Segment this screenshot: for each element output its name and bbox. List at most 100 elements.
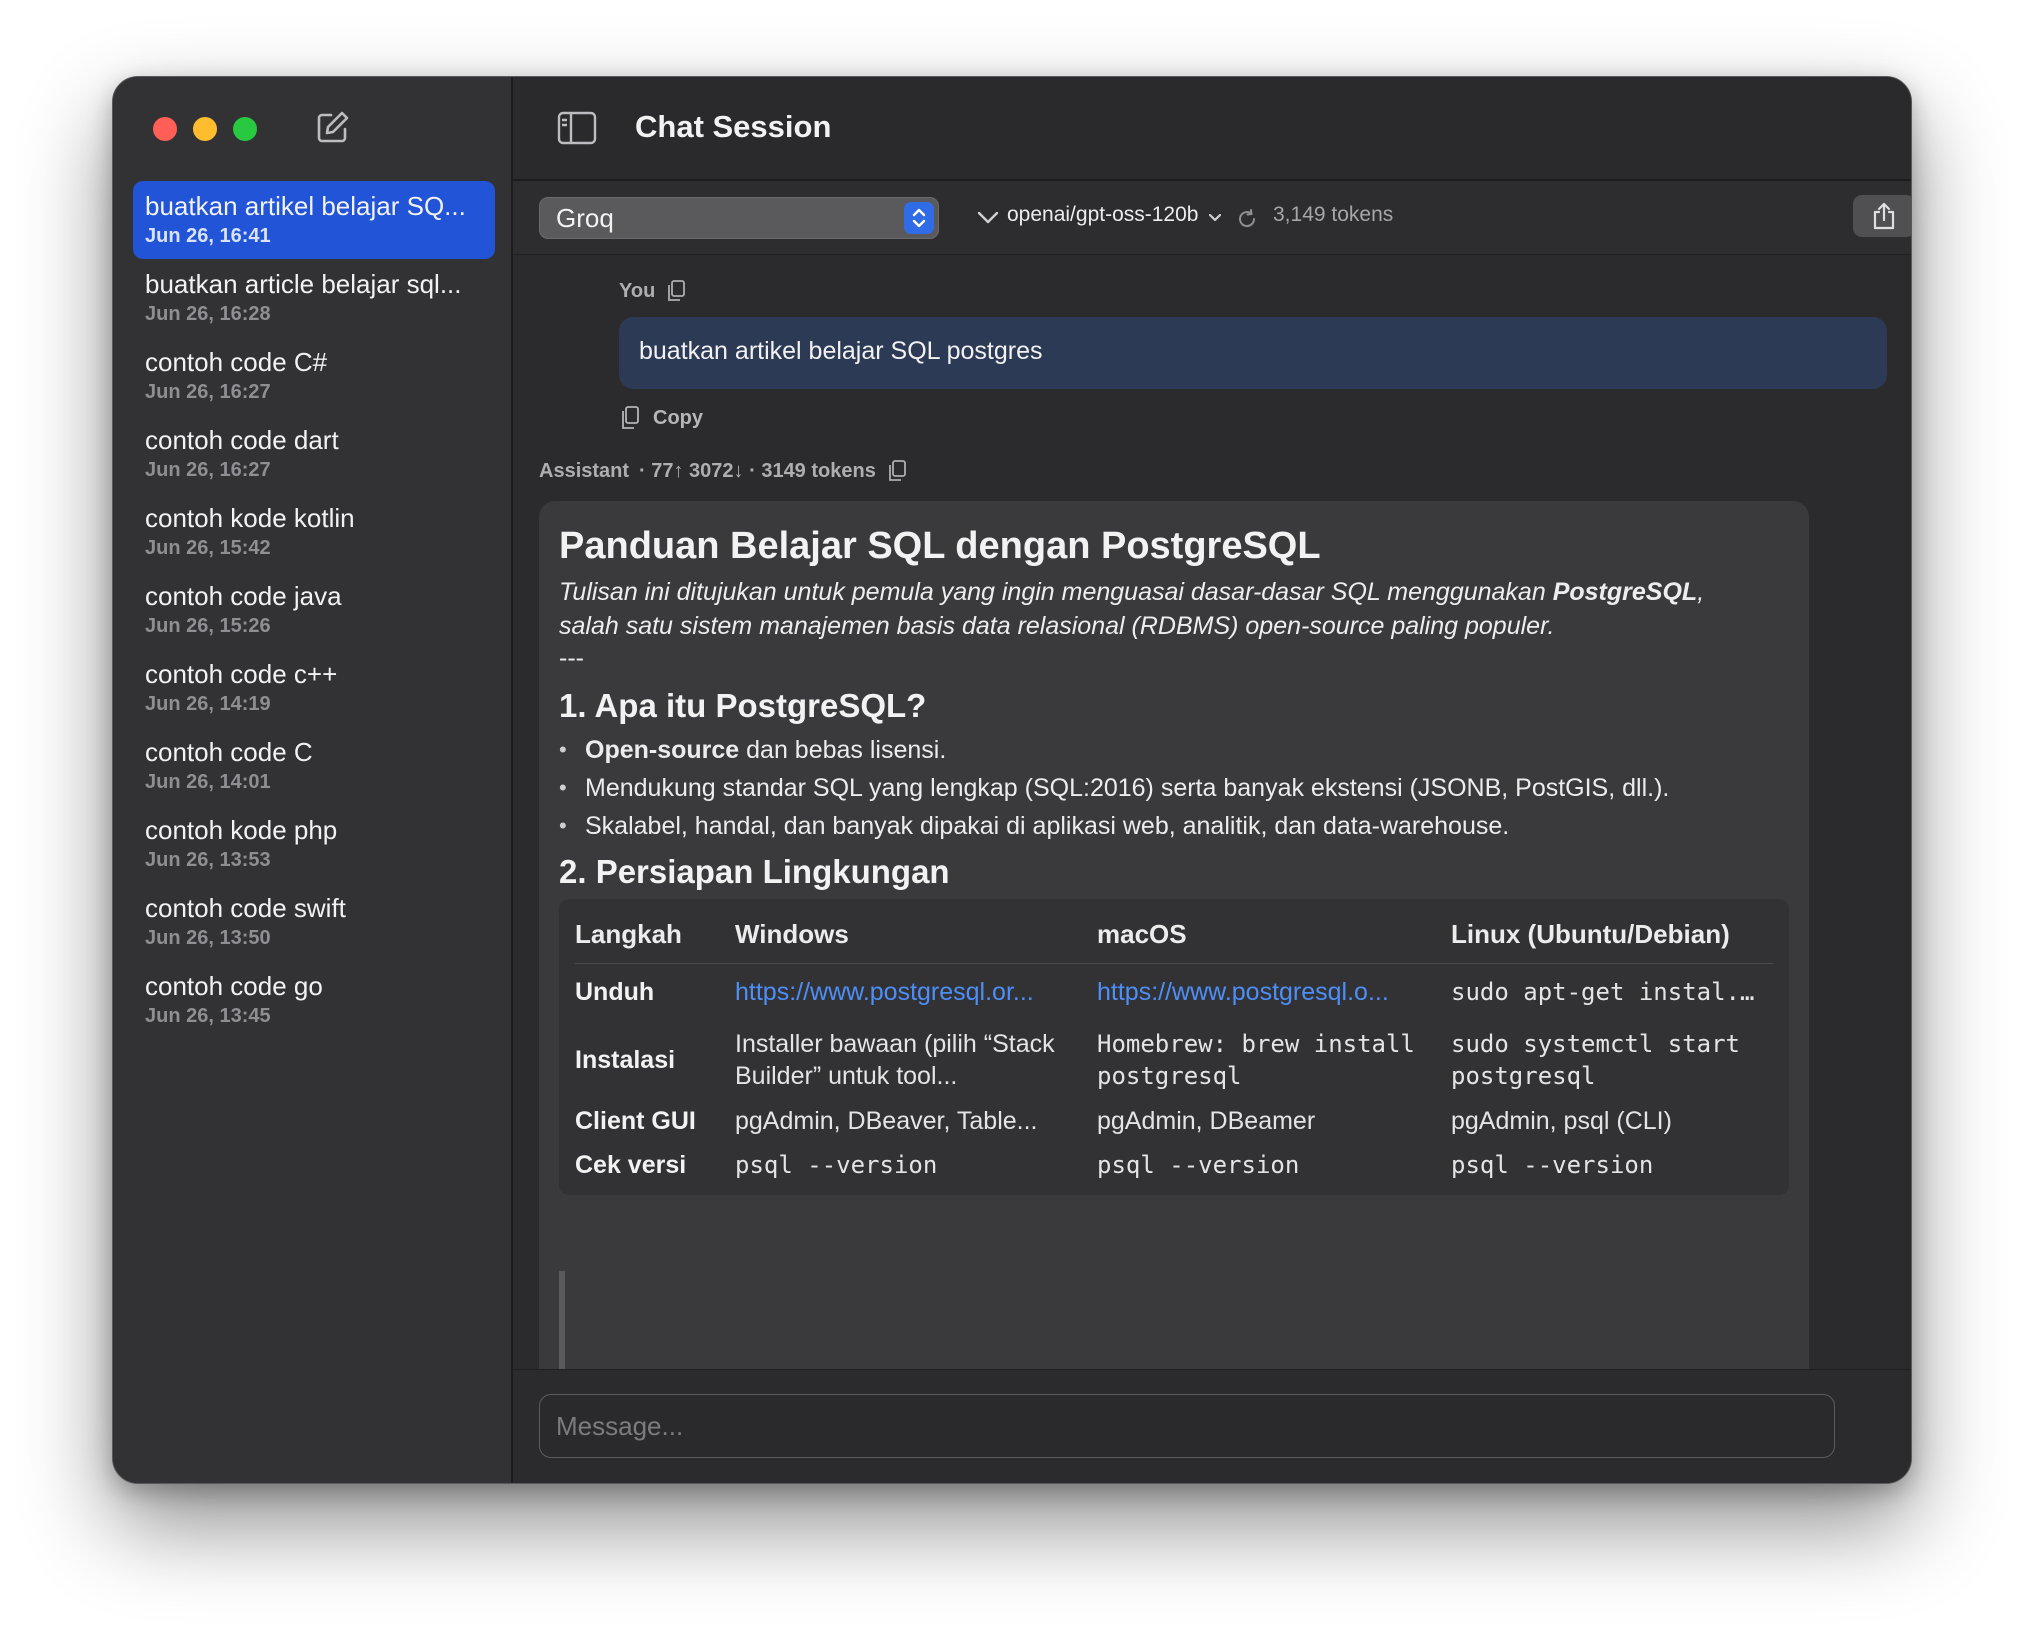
conversation-date: Jun 26, 16:27 — [145, 459, 271, 481]
assistant-message-bubble: Panduan Belajar SQL dengan PostgreSQL Tu… — [539, 501, 1809, 1369]
conversation-item[interactable]: contoh kode kotlin Jun 26, 15:42 — [133, 493, 495, 571]
assistant-message-header: Assistant · 77↑ 3072↓ · 3149 tokens — [539, 459, 908, 483]
user-message-header: You — [619, 279, 687, 303]
bullet-list: Open-source dan bebas lisensi. Mendukung… — [559, 731, 1789, 845]
copy-icon — [622, 406, 639, 429]
copy-icon[interactable] — [886, 459, 908, 483]
conversation-date: Jun 26, 16:41 — [145, 225, 271, 247]
table-cell: pgAdmin, psql (CLI) — [1451, 1107, 1672, 1135]
model-dropdown-icon[interactable] — [1207, 210, 1223, 226]
conversation-title: contoh code java — [145, 581, 342, 611]
table-cell: psql --version — [735, 1151, 938, 1179]
close-window-button[interactable] — [153, 117, 177, 141]
table-row: Cek versi psql --version psql --version … — [575, 1143, 1773, 1187]
copy-label: Copy — [653, 406, 703, 429]
share-icon — [1873, 202, 1895, 230]
copy-button[interactable]: Copy — [619, 405, 703, 431]
conversation-title: buatkan article belajar sql... — [145, 269, 462, 299]
table-cell: Unduh — [575, 978, 655, 1007]
blockquote-bar — [559, 1271, 565, 1369]
user-label: You — [619, 279, 656, 302]
user-message-bubble: buatkan artikel belajar SQL postgres — [619, 317, 1887, 389]
table-cell: Homebrew: brew install postgresql — [1097, 1030, 1415, 1090]
conversation-title: contoh code C# — [145, 347, 328, 377]
conversation-title: contoh kode kotlin — [145, 503, 355, 533]
separator-text: --- — [559, 644, 584, 672]
conversation-item[interactable]: contoh code c++ Jun 26, 14:19 — [133, 649, 495, 727]
conversation-item[interactable]: buatkan article belajar sql... Jun 26, 1… — [133, 259, 495, 337]
page-title: Chat Session — [635, 109, 832, 144]
conversation-title: contoh kode php — [145, 815, 338, 845]
title-bar: Chat Session — [513, 77, 1911, 181]
select-stepper-icon — [904, 202, 934, 234]
conversation-title: contoh code C — [145, 737, 313, 767]
table-cell: psql --version — [1451, 1151, 1654, 1179]
conversation-item[interactable]: buatkan artikel belajar SQ... Jun 26, 16… — [133, 181, 495, 259]
conversation-title: contoh code dart — [145, 425, 339, 455]
article-intro: Tulisan ini ditujukan untuk pemula yang … — [559, 578, 1705, 640]
assistant-label: Assistant — [539, 459, 630, 482]
table-cell: pgAdmin, DBeamer — [1097, 1107, 1316, 1135]
conversation-title: contoh code swift — [145, 893, 346, 923]
provider-value: Groq — [556, 203, 614, 233]
conversation-item[interactable]: contoh code swift Jun 26, 13:50 — [133, 883, 495, 961]
section-heading: 2. Persiapan Lingkungan — [559, 853, 950, 890]
conversation-list: buatkan artikel belajar SQ... Jun 26, 16… — [133, 181, 495, 1039]
download-link[interactable]: https://www.postgresql.o... — [1097, 963, 1451, 1021]
minimize-window-button[interactable] — [193, 117, 217, 141]
new-chat-icon[interactable] — [313, 107, 353, 147]
toolbar: Groq openai/gpt-oss-120b 3,149 tokens — [513, 181, 1911, 255]
sidebar-toggle-icon[interactable] — [557, 111, 597, 145]
table-cell: Cek versi — [575, 1151, 687, 1179]
table-header: Langkah — [575, 907, 735, 964]
table-cell: Installer bawaan (pilih “Stack Builder” … — [735, 1030, 1055, 1090]
list-item: Open-source dan bebas lisensi. — [559, 731, 1789, 769]
message-input[interactable] — [539, 1394, 1835, 1458]
conversation-item[interactable]: contoh kode php Jun 26, 13:53 — [133, 805, 495, 883]
conversation-date: Jun 26, 14:01 — [145, 771, 271, 793]
conversation-date: Jun 26, 14:19 — [145, 693, 271, 715]
copy-icon[interactable] — [665, 279, 687, 303]
table-row: Instalasi Installer bawaan (pilih “Stack… — [575, 1021, 1773, 1099]
share-button[interactable] — [1853, 195, 1911, 237]
conversation-item[interactable]: contoh code go Jun 26, 13:45 — [133, 961, 495, 1039]
window-controls — [153, 117, 257, 141]
list-item: Skalabel, handal, dan banyak dipakai di … — [559, 807, 1789, 845]
table-row: Unduh https://www.postgresql.or... https… — [575, 963, 1773, 1021]
model-select[interactable]: openai/gpt-oss-120b — [1007, 203, 1198, 227]
main-panel: Chat Session Groq openai/gpt-oss-120b 3,… — [513, 77, 1911, 1483]
table-header: Linux (Ubuntu/Debian) — [1451, 907, 1773, 964]
conversation-title: contoh code c++ — [145, 659, 338, 689]
conversation-date: Jun 26, 16:28 — [145, 303, 271, 325]
table-row: Client GUI pgAdmin, DBeaver, Table... pg… — [575, 1099, 1773, 1143]
setup-table: Langkah Windows macOS Linux (Ubuntu/Debi… — [559, 899, 1789, 1195]
assistant-token-stats: · 77↑ 3072↓ · 3149 tokens — [639, 459, 876, 482]
conversation-title: contoh code go — [145, 971, 323, 1001]
provider-select[interactable]: Groq — [539, 197, 939, 239]
conversation-item[interactable]: contoh code C# Jun 26, 16:27 — [133, 337, 495, 415]
zoom-window-button[interactable] — [233, 117, 257, 141]
list-item: Mendukung standar SQL yang lengkap (SQL:… — [559, 769, 1789, 807]
table-cell: psql --version — [1097, 1151, 1300, 1179]
table-cell: pgAdmin, DBeaver, Table... — [735, 1107, 1038, 1135]
message-list: You buatkan artikel belajar SQL postgres… — [513, 257, 1911, 1369]
conversation-item[interactable]: contoh code C Jun 26, 14:01 — [133, 727, 495, 805]
conversation-date: Jun 26, 13:45 — [145, 1005, 271, 1027]
conversation-title: buatkan artikel belajar SQ... — [145, 191, 466, 221]
section-heading: 1. Apa itu PostgreSQL? — [559, 687, 927, 724]
table-header: Windows — [735, 907, 1097, 964]
download-link[interactable]: https://www.postgresql.or... — [735, 963, 1097, 1021]
conversation-date: Jun 26, 13:53 — [145, 849, 271, 871]
conversation-item[interactable]: contoh code dart Jun 26, 16:27 — [133, 415, 495, 493]
sidebar: buatkan artikel belajar SQ... Jun 26, 16… — [113, 77, 513, 1483]
table-header-row: Langkah Windows macOS Linux (Ubuntu/Debi… — [575, 907, 1773, 964]
table-cell: sudo systemctl start postgresql — [1451, 1030, 1740, 1090]
composer — [513, 1369, 1911, 1483]
table-cell: sudo apt-get instal... — [1451, 978, 1769, 1007]
conversation-item[interactable]: contoh code java Jun 26, 15:26 — [133, 571, 495, 649]
conversation-date: Jun 26, 15:42 — [145, 537, 271, 559]
conversation-date: Jun 26, 15:26 — [145, 615, 271, 637]
refresh-icon[interactable] — [1235, 207, 1259, 231]
conversation-date: Jun 26, 16:27 — [145, 381, 271, 403]
chevron-down-icon[interactable] — [975, 205, 1001, 231]
